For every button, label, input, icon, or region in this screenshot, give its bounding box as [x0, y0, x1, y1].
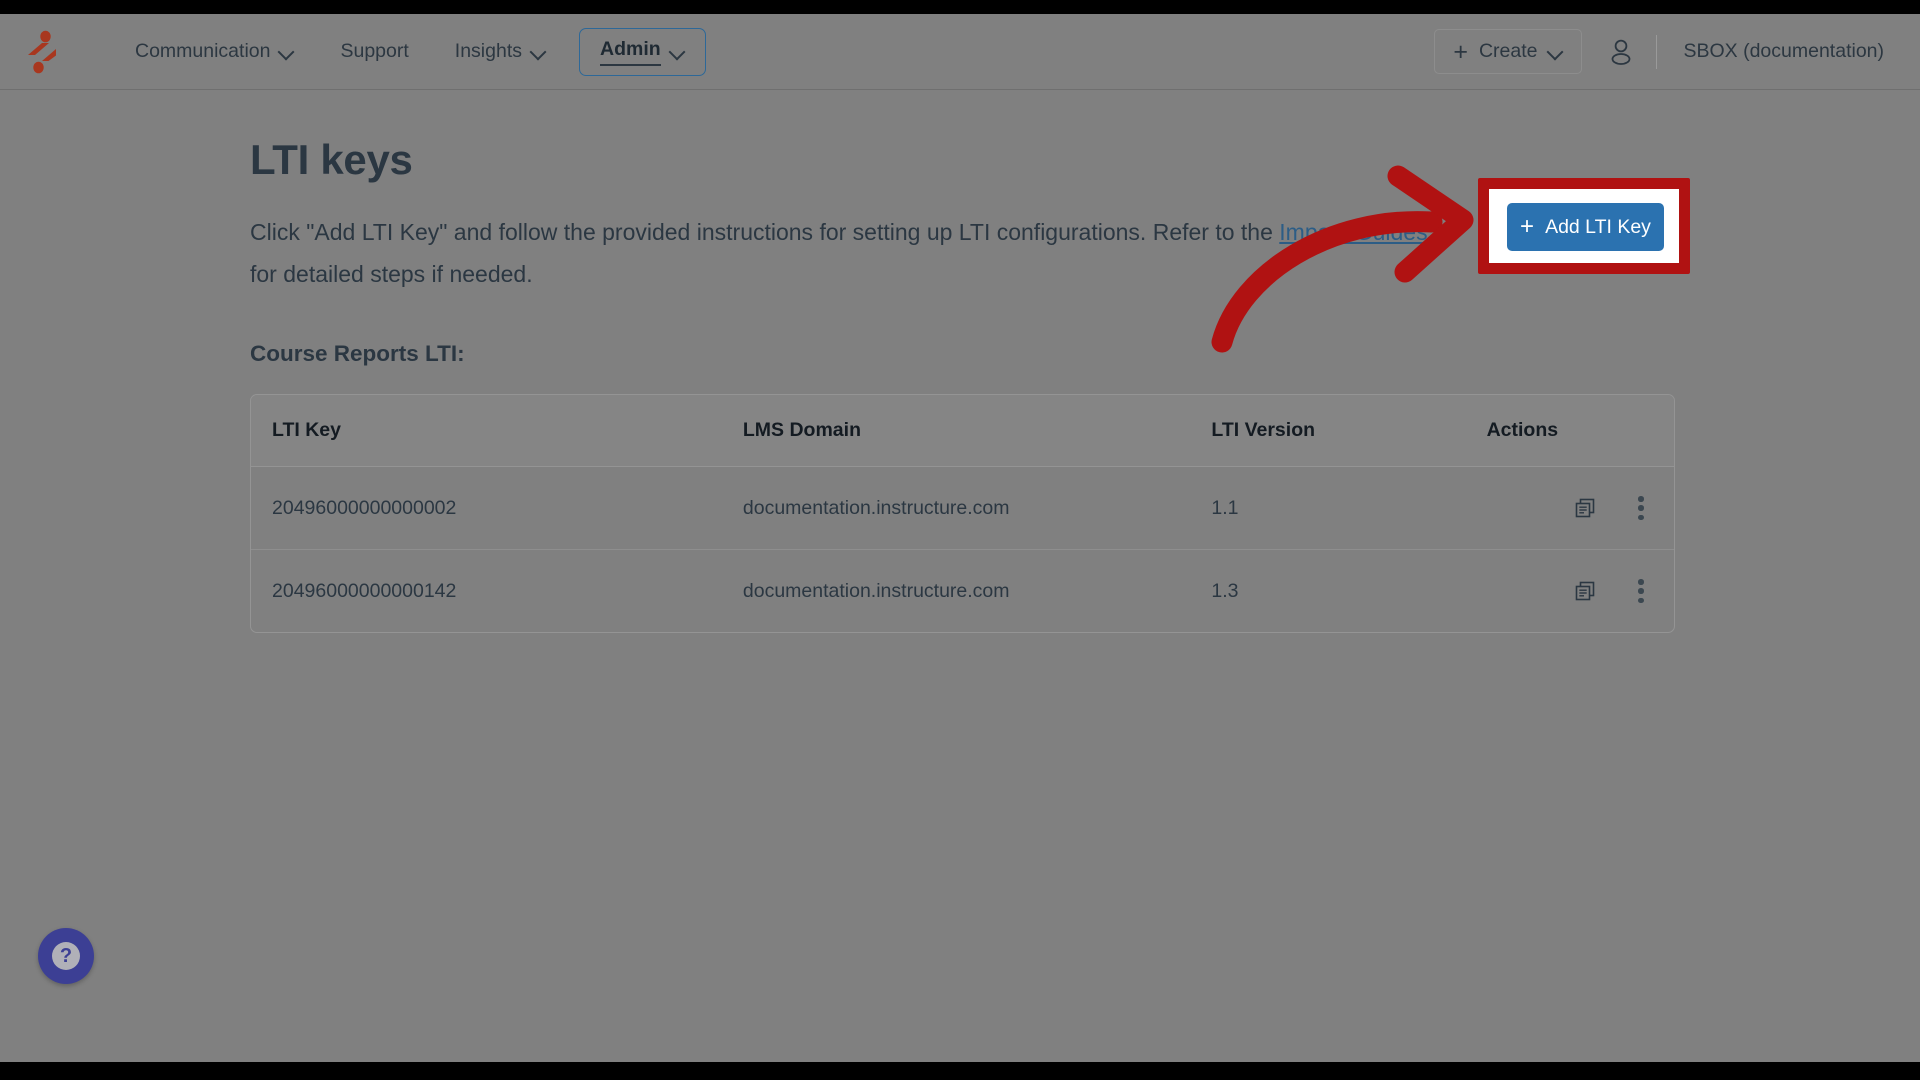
copy-button[interactable] — [1572, 578, 1598, 604]
cell-lti-key: 20496000000000142 — [272, 579, 457, 602]
row-actions — [1487, 578, 1650, 604]
plus-icon: + — [1520, 213, 1535, 240]
kebab-menu-icon — [1638, 579, 1644, 585]
cell-actions — [1486, 466, 1674, 550]
lti-keys-table: LTI Key LMS Domain LTI Version Actions 2… — [251, 395, 1674, 632]
page-root: Communication Support Insights Admin + C… — [0, 14, 1920, 1062]
chevron-down-icon — [531, 44, 546, 59]
row-menu-button[interactable] — [1632, 579, 1650, 603]
nav-item-insights[interactable]: Insights — [432, 29, 569, 74]
table-header: LTI Key LMS Domain LTI Version Actions — [251, 395, 1674, 467]
table-row: 20496000000000002 documentation.instruct… — [251, 466, 1674, 550]
nav-item-communication[interactable]: Communication — [112, 29, 317, 74]
account-name[interactable]: SBOX (documentation) — [1683, 40, 1884, 63]
cell-lti-version: 1.1 — [1211, 466, 1487, 550]
copy-icon — [1575, 581, 1595, 601]
column-header-actions: Actions — [1486, 395, 1674, 467]
impact-logo-icon — [28, 30, 56, 73]
screen: Communication Support Insights Admin + C… — [0, 0, 1920, 1080]
create-button[interactable]: + Create — [1434, 29, 1583, 74]
description-text-before-link: Click "Add LTI Key" and follow the provi… — [250, 219, 1280, 245]
cell-lms-domain: documentation.instructure.com — [742, 579, 1010, 602]
cell-lti-version: 1.3 — [1211, 579, 1239, 602]
help-button[interactable]: ? — [38, 928, 94, 984]
add-lti-key-button-label: Add LTI Key — [1545, 215, 1651, 238]
description-text-after-link: for detailed steps if needed. — [250, 261, 533, 287]
create-button-label: Create — [1478, 40, 1538, 62]
page-title: LTI keys — [250, 136, 413, 183]
cell-lti-key: 20496000000000002 — [251, 466, 743, 550]
table-body: 20496000000000002 documentation.instruct… — [251, 466, 1674, 633]
chevron-down-icon — [279, 44, 294, 59]
kebab-menu-icon — [1638, 514, 1644, 520]
nav-item-label: Communication — [135, 40, 271, 62]
nav-item-label: Admin — [600, 38, 661, 66]
lti-keys-table-card: LTI Key LMS Domain LTI Version Actions 2… — [250, 394, 1675, 633]
section-title-course-reports-lti: Course Reports LTI: — [250, 341, 465, 366]
app-logo[interactable] — [0, 30, 84, 74]
user-account-icon — [1612, 39, 1631, 65]
top-navigation-bar: Communication Support Insights Admin + C… — [0, 14, 1920, 90]
nav-item-support[interactable]: Support — [317, 29, 431, 74]
nav-divider — [1656, 34, 1658, 69]
nav-right-cluster: + Create SBOX (documentation) — [1434, 29, 1920, 74]
nav-item-label: Insights — [454, 40, 522, 62]
table-header-row: LTI Key LMS Domain LTI Version Actions — [251, 395, 1674, 467]
user-account-button[interactable] — [1604, 35, 1638, 69]
kebab-menu-icon — [1638, 597, 1644, 603]
cell-actions — [1487, 550, 1674, 633]
chevron-down-icon — [670, 44, 685, 59]
column-header-lti-key: LTI Key — [251, 395, 743, 467]
plus-icon: + — [1453, 37, 1468, 66]
question-mark-icon: ? — [52, 942, 80, 970]
column-header-lms-domain: LMS Domain — [742, 395, 1212, 467]
nav-item-admin[interactable]: Admin — [579, 27, 706, 76]
copy-button[interactable] — [1572, 495, 1598, 521]
nav-item-label: Support — [340, 40, 409, 62]
impact-guides-link[interactable]: Impact Guides — [1279, 219, 1427, 245]
column-header-lti-version: LTI Version — [1211, 395, 1487, 467]
cell-lms-domain: documentation.instructure.com — [742, 466, 1212, 550]
table-row: 20496000000000142 documentation.instruct… — [251, 550, 1674, 633]
kebab-menu-icon — [1638, 588, 1644, 594]
row-menu-button[interactable] — [1632, 496, 1650, 520]
page-description: Click "Add LTI Key" and follow the provi… — [250, 211, 1450, 295]
nav-items: Communication Support Insights Admin — [84, 27, 1434, 76]
row-actions — [1487, 495, 1650, 521]
chevron-down-icon — [1548, 44, 1563, 59]
copy-icon — [1575, 498, 1595, 518]
kebab-menu-icon — [1638, 505, 1644, 511]
kebab-menu-icon — [1638, 496, 1644, 502]
add-lti-key-button[interactable]: + Add LTI Key — [1507, 203, 1664, 251]
